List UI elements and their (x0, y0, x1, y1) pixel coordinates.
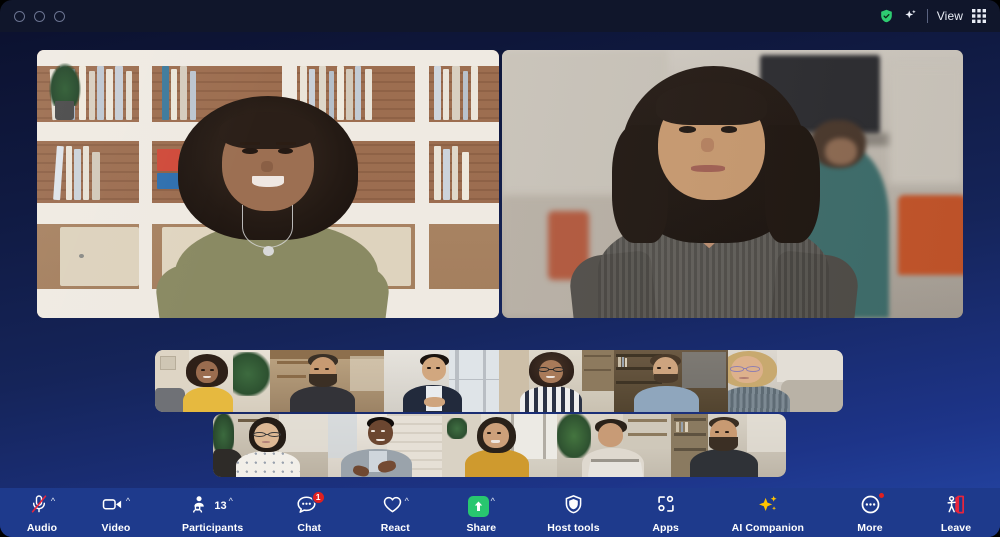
sparkle-icon (757, 494, 779, 520)
divider (926, 9, 928, 23)
people-icon (192, 495, 212, 518)
leave-button[interactable]: Leave (936, 492, 976, 534)
main-video-tile-1[interactable] (37, 50, 499, 318)
thumbnail-tile[interactable] (442, 414, 557, 477)
share-screen-icon (467, 496, 489, 517)
react-button[interactable]: ^ React (375, 492, 415, 534)
participants-button[interactable]: 13 ^ Participants (182, 492, 243, 534)
heart-icon (382, 495, 403, 519)
video-label: Video (101, 521, 131, 534)
thumbnail-tile[interactable] (384, 350, 500, 412)
apps-icon (656, 494, 676, 519)
chat-label: Chat (297, 521, 322, 534)
video-button[interactable]: ^ Video (96, 492, 136, 534)
thumbnail-tile[interactable] (671, 414, 786, 477)
toolbar-right-group: Leave (936, 492, 976, 534)
thumbnail-tile[interactable] (556, 414, 672, 477)
participant-video-2 (501, 50, 963, 318)
participant-thumb-8 (327, 414, 443, 477)
close-button[interactable] (14, 10, 25, 22)
ai-companion-label: AI Companion (731, 521, 805, 534)
apps-button[interactable]: Apps (646, 492, 686, 534)
chat-unread-badge: 1 (311, 490, 325, 504)
maximize-button[interactable] (54, 10, 65, 22)
video-camera-icon (102, 494, 124, 519)
more-label: More (857, 521, 883, 534)
meeting-stage (0, 32, 1000, 537)
leave-label: Leave (940, 521, 972, 534)
participant-thumb-10 (556, 414, 672, 477)
minimize-button[interactable] (34, 10, 45, 22)
main-speaker-row (37, 50, 963, 318)
meeting-toolbar: ^ Audio ^ Video 13 ^ Participants 1 Chat… (0, 488, 1000, 537)
participant-thumb-5 (613, 350, 729, 412)
host-tools-label: Host tools (547, 521, 600, 534)
microphone-muted-icon (29, 494, 49, 519)
zoom-meeting-window: View ^ Audio ^ Video 13 ^ Participants 1… (0, 0, 1000, 537)
title-bar: View (0, 0, 1000, 32)
more-button[interactable]: More (850, 491, 890, 534)
chat-bubble-icon: 1 (296, 490, 325, 519)
participant-thumb-4 (499, 350, 614, 412)
view-label[interactable]: View (937, 9, 963, 23)
participants-count: 13 (214, 500, 227, 512)
toolbar-left-group: ^ Audio ^ Video (22, 492, 136, 534)
participant-video-1 (37, 50, 499, 318)
audio-label: Audio (26, 521, 58, 534)
apps-label: Apps (652, 521, 679, 534)
audio-chevron-up-icon[interactable]: ^ (51, 496, 55, 506)
audio-button[interactable]: ^ Audio (22, 492, 62, 534)
react-chevron-up-icon[interactable]: ^ (405, 496, 409, 506)
share-chevron-up-icon[interactable]: ^ (491, 496, 495, 506)
toolbar-center-group: 13 ^ Participants 1 Chat ^ React ^ Share… (182, 490, 890, 534)
share-label: Share (466, 521, 497, 534)
share-button[interactable]: ^ Share (461, 492, 501, 534)
more-notification-dot (877, 491, 885, 499)
participant-thumb-11 (671, 414, 786, 477)
filmstrip-row-2 (213, 414, 786, 477)
participant-thumb-2 (269, 350, 385, 412)
leave-door-icon (945, 494, 967, 520)
participants-chevron-up-icon[interactable]: ^ (229, 496, 233, 506)
thumbnail-tile[interactable] (327, 414, 443, 477)
participant-thumb-7 (213, 414, 328, 477)
participant-thumb-6 (728, 350, 843, 412)
participant-thumb-1 (155, 350, 270, 412)
ai-companion-button[interactable]: AI Companion (732, 492, 804, 534)
more-circle-icon (860, 491, 885, 520)
host-tools-button[interactable]: Host tools (547, 492, 600, 534)
react-label: React (380, 521, 410, 534)
title-bar-controls: View (879, 8, 986, 24)
thumbnail-tile[interactable] (613, 350, 729, 412)
main-video-tile-2[interactable] (501, 50, 963, 318)
grid-icon[interactable] (972, 9, 986, 23)
sparkle-icon[interactable] (903, 8, 918, 24)
thumbnail-tile[interactable] (213, 414, 328, 477)
filmstrip-row-1 (155, 350, 843, 412)
thumbnail-tile[interactable] (728, 350, 843, 412)
participant-thumb-3 (384, 350, 500, 412)
shield-check-icon[interactable] (879, 8, 894, 24)
chat-button[interactable]: 1 ^ Chat (289, 490, 329, 534)
participants-label: Participants (181, 521, 244, 534)
video-chevron-up-icon[interactable]: ^ (126, 496, 130, 506)
shield-icon (564, 494, 583, 519)
participant-thumb-9 (442, 414, 557, 477)
thumbnail-tile[interactable] (155, 350, 270, 412)
window-traffic-lights (14, 10, 65, 22)
thumbnail-tile[interactable] (269, 350, 385, 412)
thumbnail-tile[interactable] (499, 350, 614, 412)
